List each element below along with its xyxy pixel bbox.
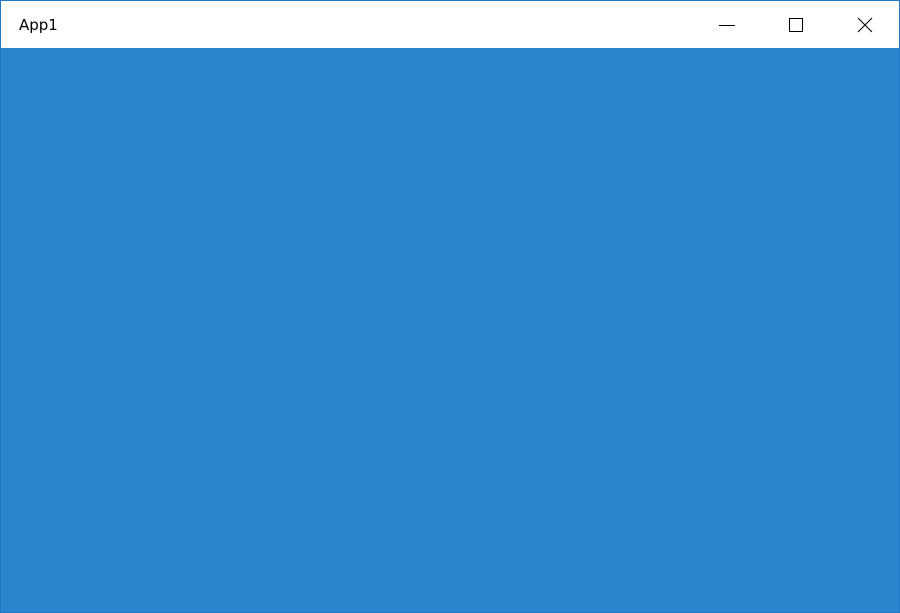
close-button[interactable] xyxy=(831,1,899,48)
maximize-button[interactable] xyxy=(762,1,830,48)
close-icon xyxy=(857,17,873,33)
maximize-icon xyxy=(788,17,804,33)
app-window: App1 xyxy=(0,0,900,613)
title-bar[interactable]: App1 xyxy=(1,1,899,48)
minimize-button[interactable] xyxy=(693,1,761,48)
app-content-area xyxy=(1,48,899,612)
window-title: App1 xyxy=(19,16,58,34)
minimize-icon xyxy=(719,17,735,33)
